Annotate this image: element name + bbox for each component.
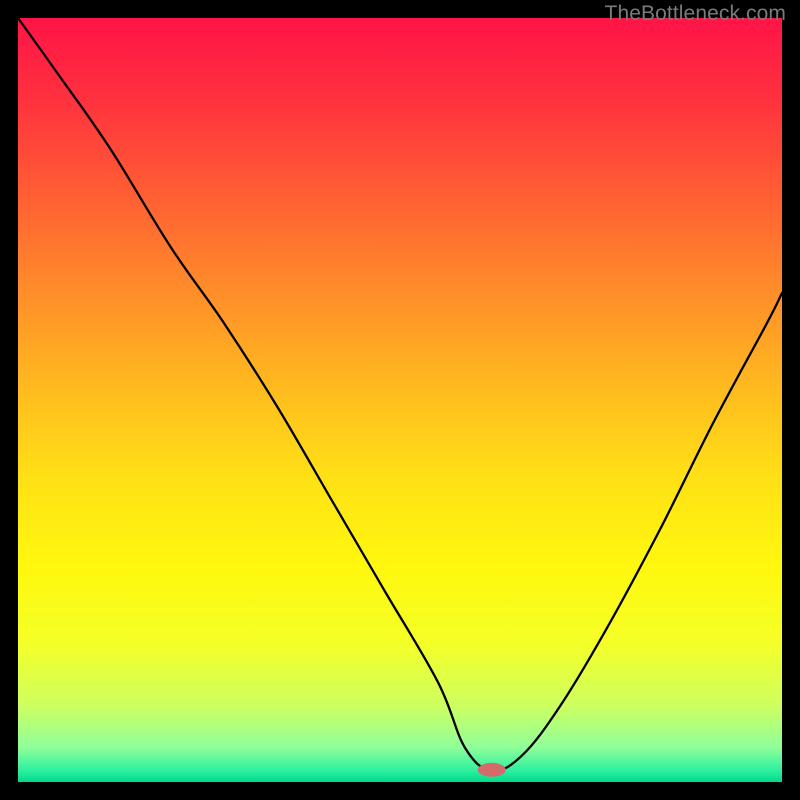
optimum-marker (478, 763, 506, 777)
chart-frame: TheBottleneck.com (0, 0, 800, 800)
chart-svg (18, 18, 782, 782)
watermark-label: TheBottleneck.com (605, 2, 786, 26)
plot-area (18, 18, 782, 782)
gradient-background (18, 18, 782, 782)
